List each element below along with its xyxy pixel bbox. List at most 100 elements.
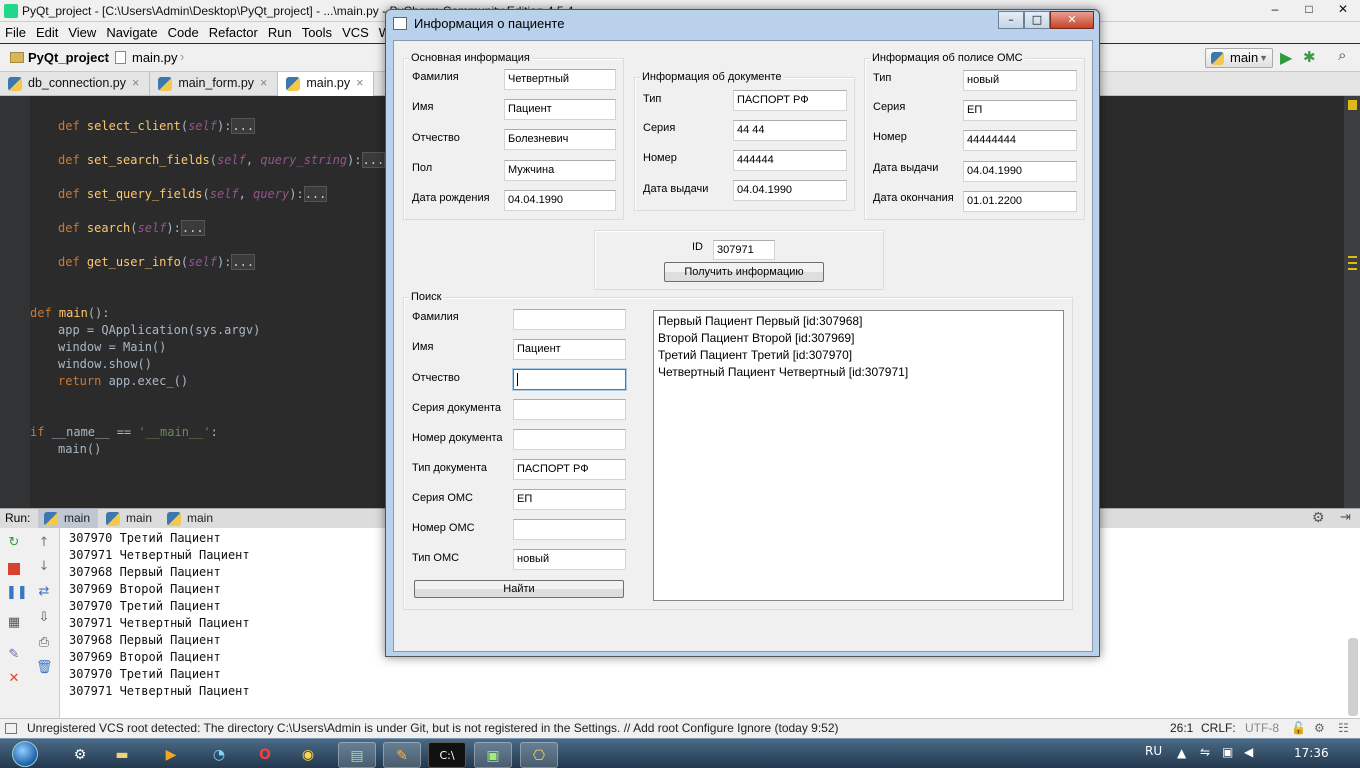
minimize-button[interactable]: – — [998, 11, 1024, 29]
policy-issue-date-field[interactable]: 04.04.1990 — [963, 161, 1077, 182]
search-firstname-input[interactable]: Пациент — [513, 339, 626, 360]
console-scrollbar[interactable] — [1348, 638, 1358, 716]
policy-expiry-date-field[interactable]: 01.01.2200 — [963, 191, 1077, 212]
search-doc-number-input[interactable] — [513, 429, 626, 450]
menu-file[interactable]: File — [0, 25, 31, 40]
breadcrumb-file[interactable]: main.py — [132, 50, 178, 65]
search-doc-series-input[interactable] — [513, 399, 626, 420]
search-policy-number-input[interactable] — [513, 519, 626, 540]
menu-tools[interactable]: Tools — [297, 25, 337, 40]
rerun-icon[interactable]: ↻ — [6, 536, 22, 550]
doc-number-field[interactable]: 444444 — [733, 150, 847, 171]
menu-edit[interactable]: Edit — [31, 25, 63, 40]
birthdate-field[interactable]: 04.04.1990 — [504, 190, 616, 211]
run-tab-main[interactable]: main — [161, 509, 221, 529]
scroll-up-icon[interactable]: ↑ — [36, 536, 52, 550]
volume-icon[interactable]: ◀ — [1244, 745, 1253, 759]
cmd-taskbar-icon[interactable]: C:\ — [428, 742, 466, 768]
search-patronymic-input[interactable] — [513, 369, 626, 390]
policy-type-field[interactable]: новый — [963, 70, 1077, 91]
close-tab-icon[interactable]: × — [356, 76, 363, 90]
explorer-taskbar-icon[interactable]: ▬ — [103, 742, 141, 768]
search-lastname-input[interactable] — [513, 309, 626, 330]
search-doc-type-input[interactable]: ПАСПОРТ РФ — [513, 459, 626, 480]
results-list[interactable]: Первый Пациент Первый [id:307968] Второй… — [653, 310, 1064, 601]
file-encoding[interactable]: UTF-8 — [1245, 719, 1279, 738]
stop-icon[interactable] — [8, 563, 20, 575]
app-taskbar-icon[interactable]: ▤ — [338, 742, 376, 768]
menu-code[interactable]: Code — [163, 25, 204, 40]
run-config-select[interactable]: main ▼ — [1205, 48, 1273, 68]
trash-icon[interactable]: 🗑 — [36, 661, 53, 675]
policy-series-field[interactable]: ЕП — [963, 100, 1077, 121]
run-icon[interactable]: ▶ — [1280, 48, 1292, 68]
list-item[interactable]: Второй Пациент Второй [id:307969] — [658, 330, 1059, 347]
tray-arrow-icon[interactable]: ▲ — [1177, 746, 1186, 760]
close-tab-icon[interactable]: × — [260, 76, 267, 90]
close-icon[interactable]: ✕ — [6, 672, 22, 686]
gear-icon[interactable]: ⚙ — [1312, 509, 1325, 526]
doc-issue-date-field[interactable]: 04.04.1990 — [733, 180, 847, 201]
close-button[interactable]: ✕ — [1050, 11, 1094, 29]
menu-navigate[interactable]: Navigate — [101, 25, 162, 40]
steam-taskbar-icon[interactable]: ⚙ — [61, 742, 99, 768]
get-info-button[interactable]: Получить информацию — [664, 262, 824, 282]
clock[interactable]: 17:36 — [1294, 746, 1329, 760]
opera-taskbar-icon[interactable]: O — [246, 742, 284, 768]
pycharm-taskbar-icon[interactable]: ▣ — [474, 742, 512, 768]
pin-icon[interactable]: ✎ — [6, 648, 22, 662]
menu-run[interactable]: Run — [263, 25, 297, 40]
breadcrumb-project[interactable]: PyQt_project — [28, 50, 109, 65]
chrome-taskbar-icon[interactable]: ◉ — [289, 742, 327, 768]
python-taskbar-icon[interactable]: ⎔ — [520, 742, 558, 768]
search-policy-type-input[interactable]: новый — [513, 549, 626, 570]
gender-field[interactable]: Мужчина — [504, 160, 616, 181]
start-button[interactable] — [4, 739, 48, 768]
scroll-end-icon[interactable]: ⇩ — [36, 611, 52, 625]
policy-number-field[interactable]: 44444444 — [963, 130, 1077, 151]
doc-series-field[interactable]: 44 44 — [733, 120, 847, 141]
network-icon[interactable]: ⇋ — [1200, 745, 1210, 759]
list-item[interactable]: Четвертный Пациент Четвертный [id:307971… — [658, 364, 1059, 381]
tab-db-connection[interactable]: db_connection.py × — [0, 72, 151, 96]
close-tab-icon[interactable]: × — [132, 76, 139, 90]
firstname-field[interactable]: Пациент — [504, 99, 616, 120]
run-tab-main[interactable]: main — [100, 509, 160, 529]
hide-panel-icon[interactable]: ⇥ — [1340, 509, 1351, 525]
search-button[interactable]: Найти — [414, 580, 624, 598]
tab-main-form[interactable]: main_form.py × — [150, 72, 279, 96]
menu-view[interactable]: View — [63, 25, 101, 40]
editor-scroll-strip[interactable] — [1344, 96, 1360, 508]
language-indicator[interactable]: RU — [1145, 744, 1162, 758]
dialog-title-bar[interactable]: Информация о пациенте — [386, 10, 1099, 38]
menu-vcs[interactable]: VCS — [337, 25, 374, 40]
scroll-down-icon[interactable]: ↓ — [36, 560, 52, 574]
tool-taskbar-icon[interactable]: ✎ — [383, 742, 421, 768]
debug-icon[interactable]: ✱ — [1303, 48, 1316, 66]
list-item[interactable]: Третий Пациент Третий [id:307970] — [658, 347, 1059, 364]
search-icon[interactable]: ⌕ — [1338, 47, 1346, 64]
status-toggle-icon[interactable] — [5, 723, 17, 734]
media-player-taskbar-icon[interactable]: ▶ — [152, 742, 190, 768]
patronymic-field[interactable]: Болезневич — [504, 129, 616, 150]
search-policy-series-input[interactable]: ЕП — [513, 489, 626, 510]
print-icon[interactable]: ⎙ — [36, 636, 52, 650]
line-separator[interactable]: CRLF: — [1201, 719, 1236, 738]
id-input[interactable]: 307971 — [713, 240, 775, 260]
maximize-button[interactable]: □ — [1024, 11, 1050, 29]
layout-icon[interactable]: ▦ — [6, 616, 22, 630]
run-tab-main[interactable]: main — [38, 509, 99, 529]
doc-type-field[interactable]: ПАСПОРТ РФ — [733, 90, 847, 111]
soft-wrap-icon[interactable]: ⇄ — [36, 585, 52, 599]
notifications-icon[interactable]: ☷ — [1338, 719, 1349, 738]
list-item[interactable]: Первый Пациент Первый [id:307968] — [658, 313, 1059, 330]
lock-icon[interactable]: 🔓 — [1291, 719, 1306, 738]
tray-app-icon[interactable]: ▣ — [1222, 745, 1233, 759]
pause-icon[interactable]: ❚❚ — [6, 586, 28, 600]
lastname-field[interactable]: Четвертный — [504, 69, 616, 90]
menu-refactor[interactable]: Refactor — [204, 25, 263, 40]
settings-icon[interactable]: ⚙ — [1314, 719, 1325, 738]
chat-taskbar-icon[interactable]: ◔ — [200, 742, 238, 768]
status-message[interactable]: Unregistered VCS root detected: The dire… — [27, 719, 839, 738]
tab-main[interactable]: main.py × — [278, 72, 375, 96]
